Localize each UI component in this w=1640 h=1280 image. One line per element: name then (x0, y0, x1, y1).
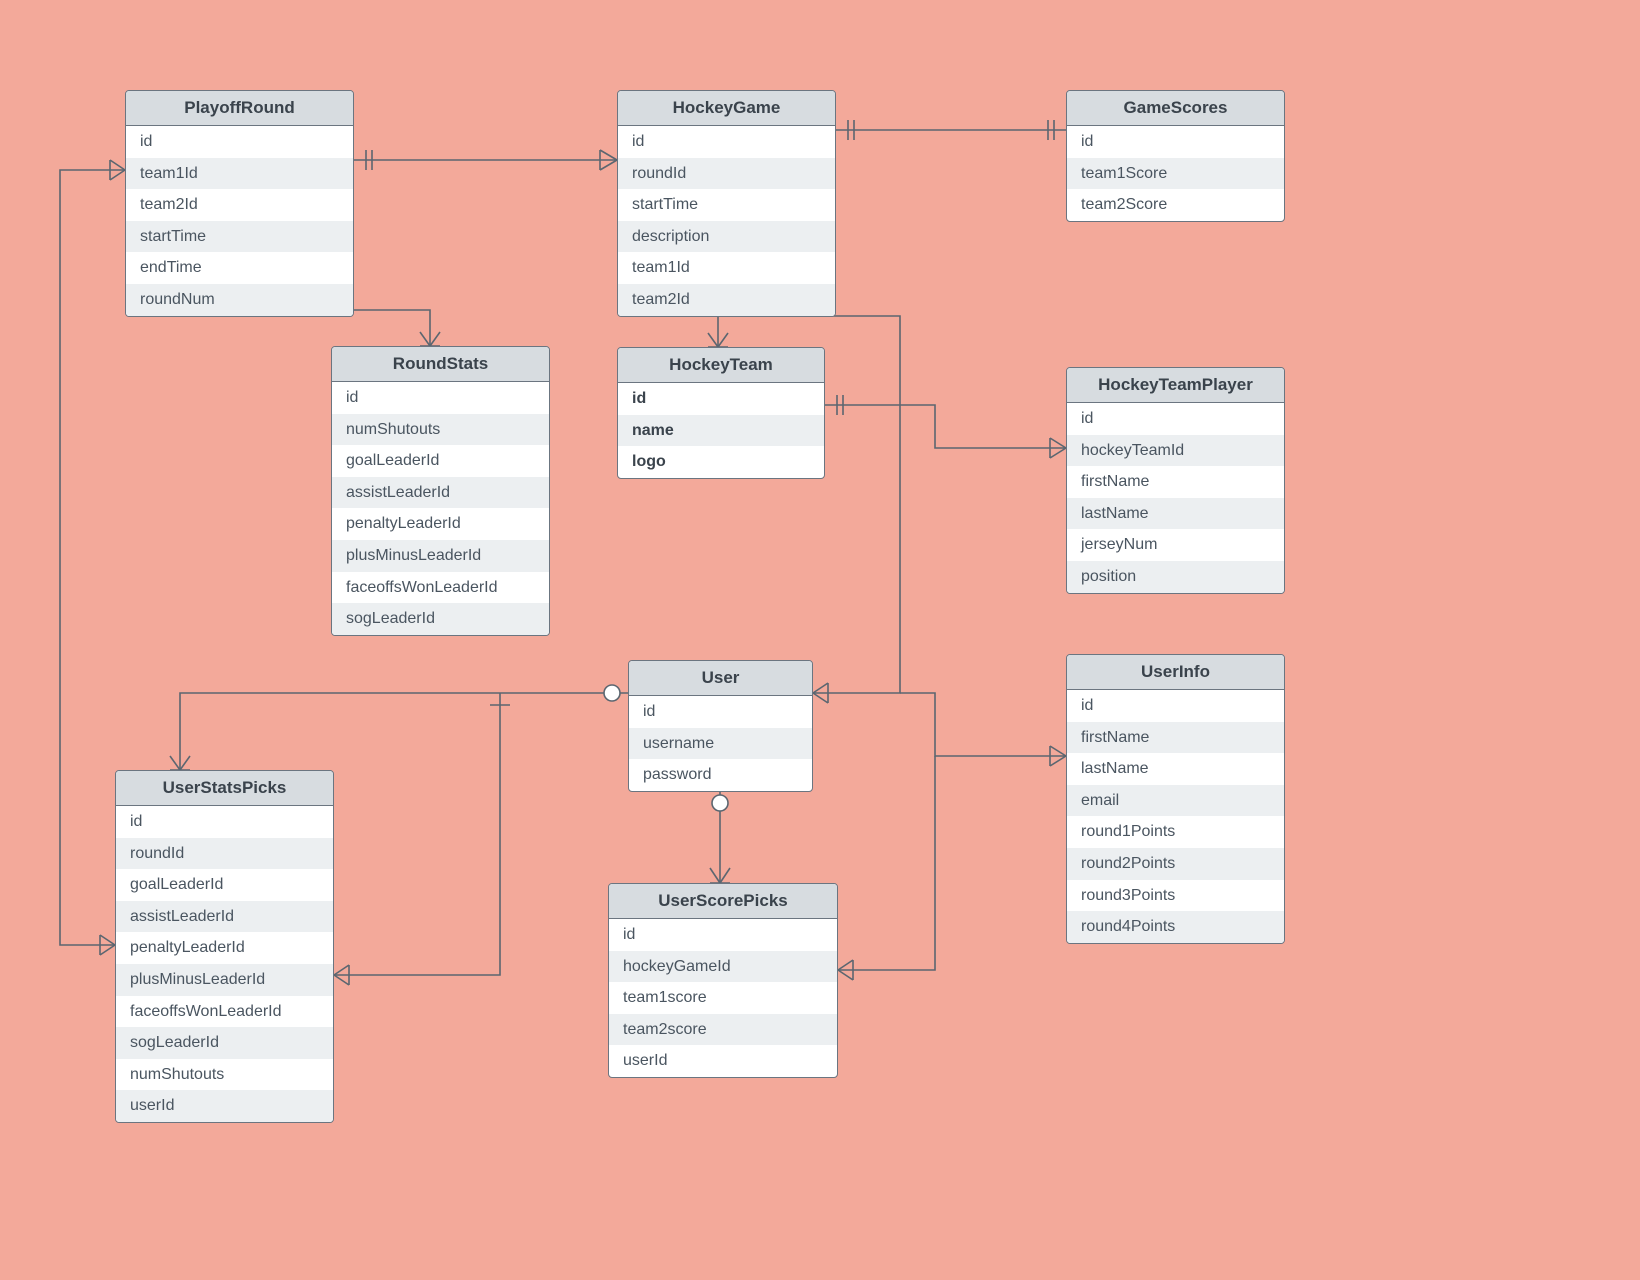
entity-hockey-team: HockeyTeam id name logo (617, 347, 825, 479)
attr: team2Id (126, 189, 353, 221)
attr: team1Score (1067, 158, 1284, 190)
attr: email (1067, 785, 1284, 817)
attr: startTime (618, 189, 835, 221)
attr: team2Id (618, 284, 835, 316)
entity-title: UserStatsPicks (116, 771, 333, 806)
attr: jerseyNum (1067, 529, 1284, 561)
attr: goalLeaderId (116, 869, 333, 901)
attr: team2score (609, 1014, 837, 1046)
attr: startTime (126, 221, 353, 253)
attr: endTime (126, 252, 353, 284)
entity-title: HockeyTeamPlayer (1067, 368, 1284, 403)
entity-title: UserInfo (1067, 655, 1284, 690)
attr: round1Points (1067, 816, 1284, 848)
attr: username (629, 728, 812, 760)
entity-title: UserScorePicks (609, 884, 837, 919)
entity-title: GameScores (1067, 91, 1284, 126)
attr: id (1067, 403, 1284, 435)
attr: numShutouts (116, 1059, 333, 1091)
entity-title: RoundStats (332, 347, 549, 382)
attr: logo (618, 446, 824, 478)
attr: lastName (1067, 498, 1284, 530)
attr: penaltyLeaderId (116, 932, 333, 964)
attr: team1Id (618, 252, 835, 284)
entity-hockey-game: HockeyGame id roundId startTime descript… (617, 90, 836, 317)
attr: password (629, 759, 812, 791)
attr: plusMinusLeaderId (116, 964, 333, 996)
attr: userId (609, 1045, 837, 1077)
attr: lastName (1067, 753, 1284, 785)
attr: id (1067, 126, 1284, 158)
attr: id (618, 383, 824, 415)
attr: firstName (1067, 466, 1284, 498)
attr: id (116, 806, 333, 838)
attr: sogLeaderId (116, 1027, 333, 1059)
entity-hockey-team-player: HockeyTeamPlayer id hockeyTeamId firstNa… (1066, 367, 1285, 594)
attr: round4Points (1067, 911, 1284, 943)
attr: id (1067, 690, 1284, 722)
attr: hockeyTeamId (1067, 435, 1284, 467)
attr: round2Points (1067, 848, 1284, 880)
entity-user-stats-picks: UserStatsPicks id roundId goalLeaderId a… (115, 770, 334, 1123)
attr: numShutouts (332, 414, 549, 446)
entity-game-scores: GameScores id team1Score team2Score (1066, 90, 1285, 222)
attr: id (618, 126, 835, 158)
attr: team1score (609, 982, 837, 1014)
entity-title: HockeyGame (618, 91, 835, 126)
attr: faceoffsWonLeaderId (116, 996, 333, 1028)
entity-user-score-picks: UserScorePicks id hockeyGameId team1scor… (608, 883, 838, 1078)
attr: team2Score (1067, 189, 1284, 221)
attr: userId (116, 1090, 333, 1122)
attr: id (609, 919, 837, 951)
attr: id (126, 126, 353, 158)
attr: roundNum (126, 284, 353, 316)
attr: penaltyLeaderId (332, 508, 549, 540)
attr: plusMinusLeaderId (332, 540, 549, 572)
attr: description (618, 221, 835, 253)
entity-title: User (629, 661, 812, 696)
attr: assistLeaderId (116, 901, 333, 933)
attr: roundId (116, 838, 333, 870)
attr: position (1067, 561, 1284, 593)
attr: sogLeaderId (332, 603, 549, 635)
entity-round-stats: RoundStats id numShutouts goalLeaderId a… (331, 346, 550, 636)
attr: goalLeaderId (332, 445, 549, 477)
entity-user: User id username password (628, 660, 813, 792)
entity-playoff-round: PlayoffRound id team1Id team2Id startTim… (125, 90, 354, 317)
entity-user-info: UserInfo id firstName lastName email rou… (1066, 654, 1285, 944)
attr: firstName (1067, 722, 1284, 754)
attr: name (618, 415, 824, 447)
attr: team1Id (126, 158, 353, 190)
attr: round3Points (1067, 880, 1284, 912)
attr: id (629, 696, 812, 728)
attr: faceoffsWonLeaderId (332, 572, 549, 604)
attr: hockeyGameId (609, 951, 837, 983)
attr: assistLeaderId (332, 477, 549, 509)
entity-title: HockeyTeam (618, 348, 824, 383)
attr: id (332, 382, 549, 414)
entity-title: PlayoffRound (126, 91, 353, 126)
attr: roundId (618, 158, 835, 190)
